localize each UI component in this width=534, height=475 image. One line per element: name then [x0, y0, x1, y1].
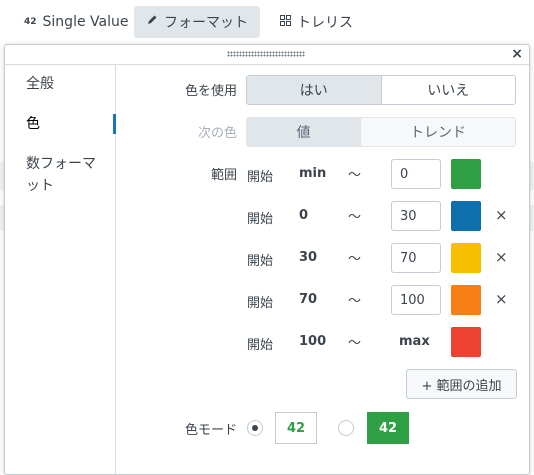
use-colors-toggle: はい いいえ [246, 75, 516, 105]
range-from-value: 0 [299, 208, 309, 223]
range-start-label: 開始 [247, 338, 274, 353]
range-tilde: 〜 [348, 252, 362, 267]
format-sidebar: 全般 色 数フォーマット [5, 65, 116, 474]
grid-icon [280, 14, 291, 30]
range-start-label: 開始 [247, 254, 274, 269]
range-from-value: 70 [299, 292, 318, 307]
visualization-tabs: 42 Single Value フォーマット トレリス [0, 0, 534, 44]
close-icon[interactable]: × [511, 46, 523, 62]
drag-handle[interactable]: × [5, 45, 529, 65]
tab-trellis[interactable]: トレリス [268, 6, 365, 38]
range-color-swatch[interactable] [451, 159, 481, 189]
color-by-trend[interactable]: トレンド [360, 118, 515, 146]
tab-label: Single Value [42, 14, 129, 30]
range-to-value: max [399, 334, 430, 349]
remove-range-icon[interactable]: × [495, 290, 508, 308]
tab-single-value[interactable]: 42 Single Value [12, 6, 140, 38]
remove-range-icon[interactable]: × [495, 248, 508, 266]
tab-format[interactable]: フォーマット [134, 6, 260, 38]
range-tilde: 〜 [348, 294, 362, 309]
color-mode-fill-preview[interactable]: 42 [367, 412, 409, 444]
color-mode-text-preview[interactable]: 42 [275, 412, 317, 444]
range-start-label: 開始 [247, 212, 274, 227]
use-colors-yes[interactable]: はい [247, 76, 381, 104]
color-by-value[interactable]: 値 [247, 118, 360, 146]
range-from-value: 100 [299, 334, 327, 349]
color-mode-fill-radio[interactable] [338, 420, 354, 436]
use-colors-no[interactable]: いいえ [380, 76, 515, 104]
range-tilde: 〜 [348, 168, 362, 183]
sidebar-item-color[interactable]: 色 [26, 113, 40, 135]
color-by-label: 次の色 [197, 126, 237, 141]
range-color-swatch[interactable] [451, 201, 481, 231]
range-from-value: min [299, 166, 327, 181]
color-mode-label: 色モード [184, 423, 237, 438]
range-color-swatch[interactable] [451, 327, 481, 357]
range-to-input[interactable]: 70 [391, 243, 441, 273]
pencil-icon [146, 14, 158, 30]
range-color-swatch[interactable] [451, 243, 481, 273]
range-color-swatch[interactable] [451, 285, 481, 315]
format-panel: × 全般 色 数フォーマット 色を使用 はい いいえ 次の色 値 トレンド 範囲… [4, 44, 530, 475]
ranges-label: 範囲 [210, 168, 237, 183]
tab-label: フォーマット [164, 15, 248, 31]
drag-dots-icon [227, 51, 305, 57]
sidebar-item-general[interactable]: 全般 [26, 73, 54, 95]
42-icon: 42 [24, 17, 37, 27]
sidebar-item-number-format[interactable]: 数フォーマット [26, 153, 102, 197]
tab-label: トレリス [297, 15, 353, 31]
range-start-label: 開始 [247, 296, 274, 311]
add-range-button[interactable]: + 範囲の追加 [406, 369, 517, 399]
range-start-label: 開始 [247, 170, 274, 185]
use-colors-label: 色を使用 [184, 84, 237, 99]
range-to-input[interactable]: 100 [391, 285, 441, 315]
active-section-marker [113, 114, 116, 134]
color-mode-text-radio[interactable] [247, 420, 263, 436]
range-from-value: 30 [299, 250, 318, 265]
color-by-toggle: 値 トレンド [246, 117, 516, 147]
range-to-input[interactable]: 0 [391, 159, 441, 189]
range-tilde: 〜 [348, 210, 362, 225]
remove-range-icon[interactable]: × [495, 206, 508, 224]
range-to-input[interactable]: 30 [391, 201, 441, 231]
range-tilde: 〜 [348, 336, 362, 351]
